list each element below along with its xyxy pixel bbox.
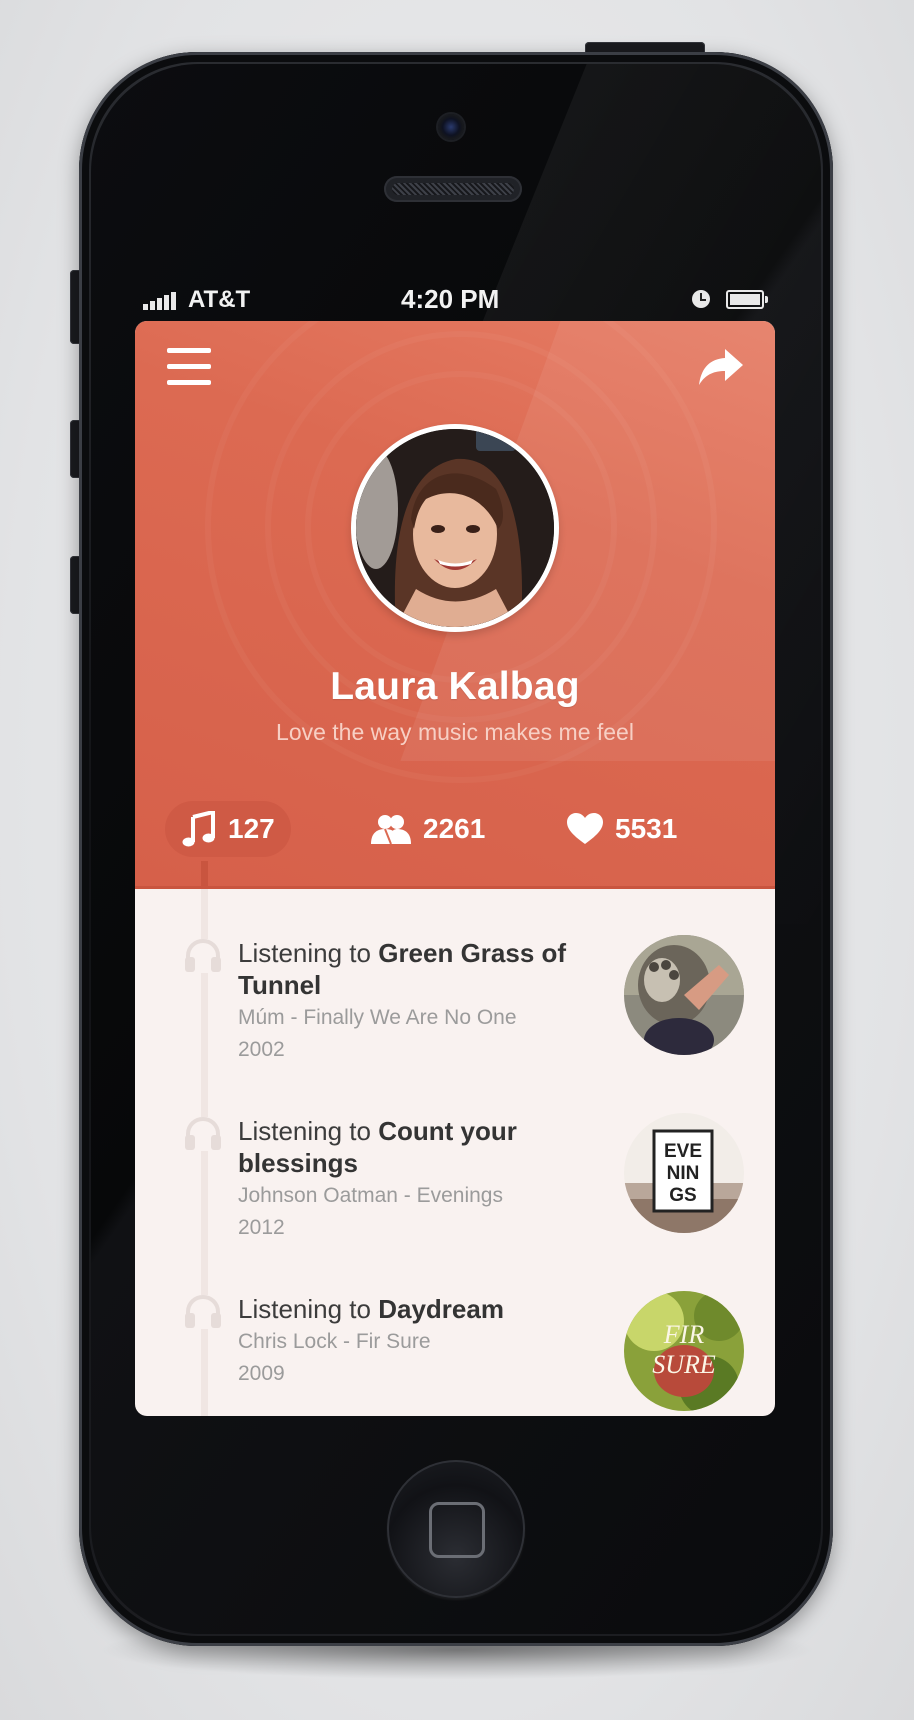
feed-item-title: Listening to Daydream — [238, 1293, 583, 1325]
release-year: 2009 — [238, 1362, 285, 1385]
track-name: Daydream — [378, 1294, 504, 1324]
signal-strength-icon — [143, 292, 181, 310]
headphones-icon — [184, 938, 222, 973]
timeline-connector — [201, 861, 208, 889]
music-note-icon — [182, 811, 216, 847]
cover-text-line: NIN — [667, 1163, 700, 1184]
cover-text-line: SURE — [652, 1350, 716, 1379]
feed-item-text: Listening to Green Grass of Tunnel Múm -… — [238, 937, 583, 1065]
profile-bio: Love the way music makes me feel — [276, 719, 634, 745]
headphones-icon — [184, 1294, 222, 1329]
friends-count: 2261 — [423, 813, 486, 844]
listening-prefix: Listening to — [238, 938, 371, 968]
friends-icon — [371, 813, 411, 845]
profile-header: Laura Kalbag Love the way music makes me… — [135, 321, 775, 889]
album-cover[interactable]: FIR SURE — [624, 1291, 744, 1411]
listening-prefix: Listening to — [238, 1116, 371, 1146]
feed-item[interactable]: Listening to Count your blessings Johnso… — [135, 1113, 775, 1275]
home-square-icon — [429, 1502, 485, 1558]
heart-icon — [567, 813, 603, 845]
artist-album: Múm - Finally We Are No One — [238, 1006, 517, 1029]
release-year: 2012 — [238, 1216, 285, 1239]
status-bar: AT&T 4:20 PM — [134, 282, 774, 318]
carrier-name: AT&T — [188, 286, 251, 313]
profile-name: Laura Kalbag — [330, 665, 580, 708]
cover-text-line: FIR — [663, 1320, 705, 1349]
feed-item-title: Listening to Count your blessings — [238, 1115, 583, 1179]
status-time: 4:20 PM — [401, 284, 500, 314]
headphones-icon — [184, 1116, 222, 1151]
cover-text-line: GS — [669, 1185, 696, 1206]
cover-text-line: EVE — [664, 1141, 702, 1162]
avatar-photo — [356, 429, 554, 627]
feed-item-title: Listening to Green Grass of Tunnel — [238, 937, 583, 1001]
artist-album: Johnson Oatman - Evenings — [238, 1184, 503, 1207]
listening-prefix: Listening to — [238, 1294, 371, 1324]
feed-item-text: Listening to Daydream Chris Lock - Fir S… — [238, 1293, 583, 1389]
profile-avatar[interactable] — [351, 424, 559, 632]
menu-hamburger-icon[interactable] — [167, 348, 213, 388]
feed-item-text: Listening to Count your blessings Johnso… — [238, 1115, 583, 1243]
stat-songs[interactable]: 127 — [165, 801, 291, 857]
battery-icon — [726, 290, 768, 309]
songs-count: 127 — [228, 813, 275, 844]
album-cover[interactable] — [624, 935, 744, 1055]
album-cover[interactable]: EVE NIN GS — [624, 1113, 744, 1233]
release-year: 2002 — [238, 1038, 285, 1061]
feed-item[interactable]: Listening to Green Grass of Tunnel Múm -… — [135, 935, 775, 1097]
artist-album: Chris Lock - Fir Sure — [238, 1330, 431, 1353]
stat-friends[interactable]: 2261 — [371, 801, 501, 857]
alarm-clock-icon — [692, 290, 710, 308]
stat-likes[interactable]: 5531 — [567, 801, 697, 857]
profile-stats: 127 2261 5531 — [135, 801, 775, 861]
earpiece-speaker — [384, 176, 522, 202]
likes-count: 5531 — [615, 813, 678, 844]
front-camera — [438, 114, 464, 140]
app-screen: Laura Kalbag Love the way music makes me… — [135, 321, 775, 1416]
feed-item[interactable]: Listening to Daydream Chris Lock - Fir S… — [135, 1291, 775, 1416]
share-arrow-icon[interactable] — [697, 347, 745, 387]
home-button[interactable] — [387, 1460, 525, 1598]
